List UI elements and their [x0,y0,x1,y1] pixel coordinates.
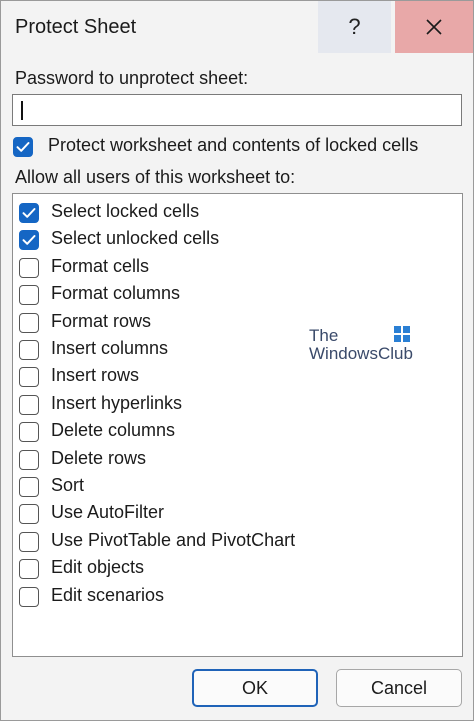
protect-worksheet-label: Protect worksheet and contents of locked… [48,135,419,155]
allow-users-label: Allow all users of this worksheet to: [15,167,296,187]
permission-checkbox[interactable] [19,257,39,278]
permission-checkbox[interactable] [19,230,39,251]
text-caret [21,101,23,120]
permission-item[interactable]: Delete columns [19,419,439,443]
dialog-title: Protect Sheet [15,16,137,38]
watermark-line2: WindowsClub [309,344,413,363]
watermark-line1: The [309,326,339,345]
permission-label: Select locked cells [51,201,200,221]
permission-label: Format rows [51,310,152,331]
help-button[interactable]: ? [318,1,391,53]
permission-checkbox[interactable] [19,203,39,223]
close-button[interactable] [395,1,473,53]
cancel-button[interactable]: Cancel [336,669,462,707]
windows-logo-icon [394,326,410,342]
permission-checkbox[interactable] [19,285,39,306]
permission-item[interactable]: Use PivotTable and PivotChart [19,529,439,553]
permission-label: Edit objects [51,557,145,578]
permission-label: Insert hyperlinks [51,392,183,413]
permission-label: Insert rows [51,365,140,386]
permission-checkbox[interactable] [19,559,39,580]
permission-item[interactable]: Sort [19,474,439,498]
password-input[interactable] [12,94,462,126]
permission-label: Insert columns [51,338,169,358]
permission-checkbox[interactable] [19,477,39,497]
protect-worksheet-checkbox[interactable] [13,137,33,157]
permission-item[interactable]: Edit objects [19,556,439,580]
title-bar: Protect Sheet ? [1,1,473,53]
permission-checkbox[interactable] [19,422,39,443]
permission-item[interactable]: Delete rows [19,447,439,471]
permission-checkbox[interactable] [19,394,39,415]
permission-label: Delete rows [51,447,147,468]
password-label: Password to unprotect sheet: [15,68,249,88]
permission-label: Delete columns [51,420,176,441]
permission-item[interactable]: Insert rows [19,364,439,388]
permission-label: Use PivotTable and PivotChart [51,529,296,550]
permission-item[interactable]: Edit scenarios [19,584,439,608]
permission-label: Format cells [51,255,150,276]
permission-label: Use AutoFilter [51,502,165,523]
permission-checkbox[interactable] [19,531,39,552]
permissions-list[interactable]: Select locked cells Select unlocked cells… [12,193,463,657]
permission-item[interactable]: Format columns [19,282,439,306]
permission-checkbox[interactable] [19,449,39,470]
permission-checkbox[interactable] [19,312,39,333]
permission-label: Format columns [51,283,181,304]
permission-item[interactable]: Insert hyperlinks [19,392,439,416]
permission-label: Sort [51,475,85,495]
permission-checkbox[interactable] [19,367,39,388]
close-icon [426,19,442,35]
protect-sheet-dialog: Protect Sheet ? Password to unprotect sh… [0,0,474,721]
permission-item[interactable]: Use AutoFilter [19,501,439,525]
permission-item[interactable]: Format cells [19,255,439,279]
permission-checkbox[interactable] [19,340,39,360]
permission-item[interactable]: Select locked cells [19,200,439,224]
permission-item[interactable]: Select unlocked cells [19,227,439,251]
watermark: The WindowsClub [309,326,419,366]
ok-button[interactable]: OK [192,669,318,707]
permission-checkbox[interactable] [19,586,39,607]
permission-label: Edit scenarios [51,584,165,605]
permission-checkbox[interactable] [19,504,39,525]
permission-label: Select unlocked cells [51,228,220,249]
